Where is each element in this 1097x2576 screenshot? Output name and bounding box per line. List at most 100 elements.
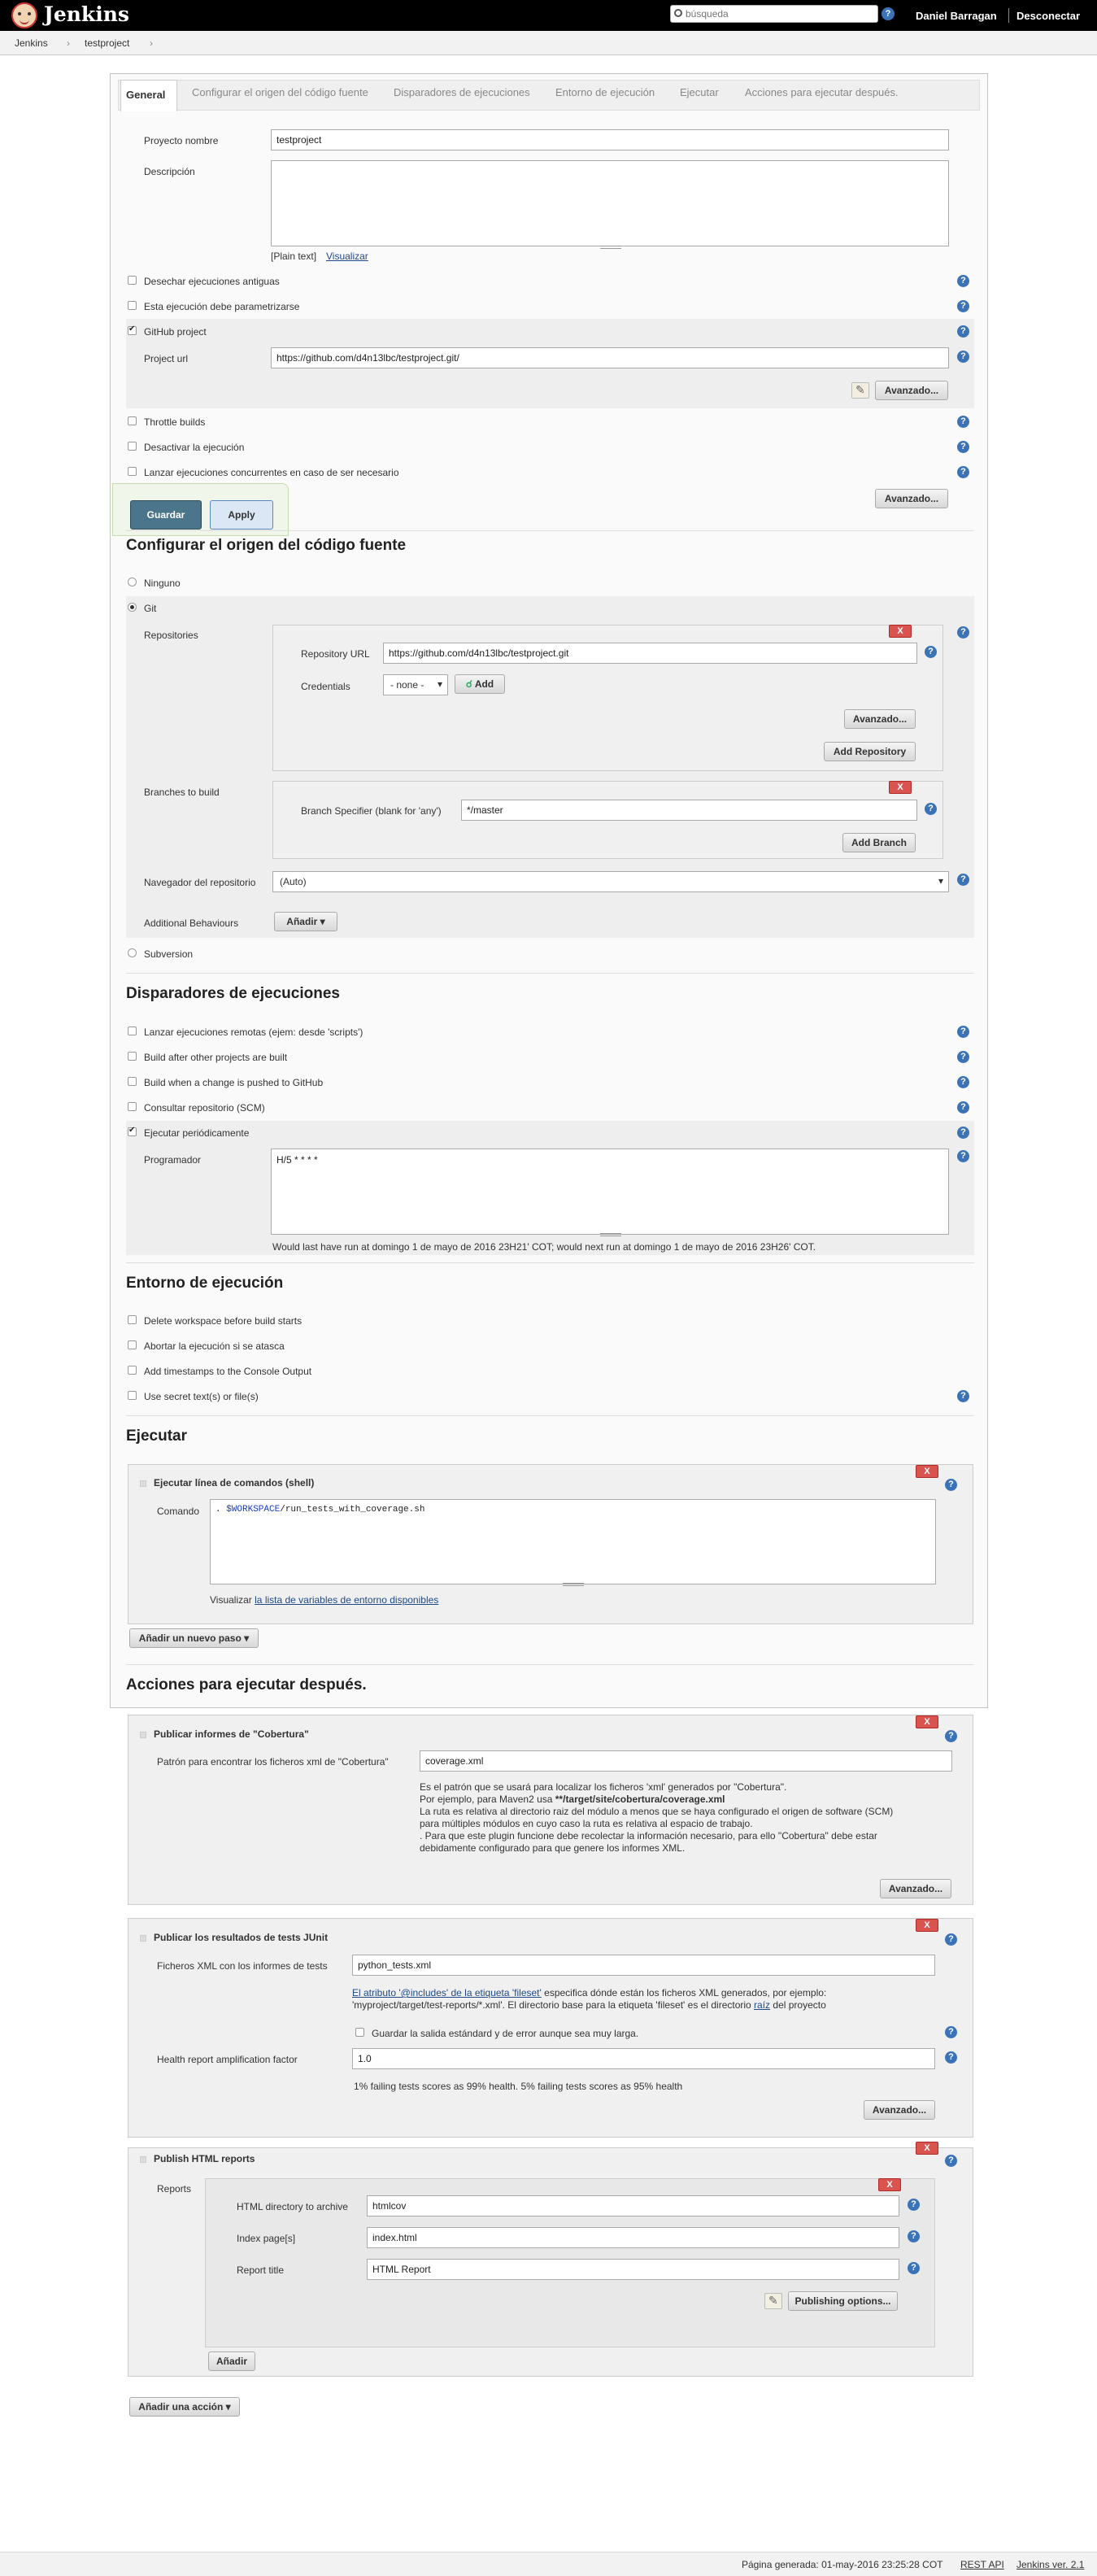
project-url-input[interactable]: https://github.com/d4n13lbc/testproject.…: [271, 347, 949, 368]
rest-api-link[interactable]: REST API: [960, 2559, 1004, 2570]
search-box[interactable]: [670, 5, 878, 23]
help-icon[interactable]: ?: [945, 2155, 957, 2167]
jenkins-logo-icon[interactable]: [11, 2, 37, 28]
repo-url-input[interactable]: https://github.com/d4n13lbc/testproject.…: [383, 643, 917, 664]
keep-output-checkbox[interactable]: [355, 2028, 364, 2037]
repo-advanced-button[interactable]: Avanzado...: [844, 709, 916, 729]
drag-handle[interactable]: [140, 1935, 146, 1942]
junit-xml-input[interactable]: python_tests.xml: [352, 1955, 935, 1976]
report-title-input[interactable]: HTML Report: [367, 2259, 899, 2280]
help-icon[interactable]: ?: [908, 2199, 920, 2211]
trigger-remote-checkbox[interactable]: [128, 1026, 137, 1035]
delete-repository-button[interactable]: X: [889, 625, 912, 638]
user-link[interactable]: Daniel Barragan: [916, 10, 997, 22]
preview-link[interactable]: Visualizar: [326, 251, 368, 262]
delete-workspace-checkbox[interactable]: [128, 1315, 137, 1324]
app-name[interactable]: Jenkins: [44, 2, 129, 26]
help-icon[interactable]: ?: [945, 1933, 957, 1946]
project-name-input[interactable]: testproject: [271, 129, 949, 150]
root-link[interactable]: raíz: [754, 1999, 770, 2011]
delete-cobertura-button[interactable]: X: [916, 1715, 938, 1728]
throttle-builds-checkbox[interactable]: [128, 416, 137, 425]
delete-branch-button[interactable]: X: [889, 781, 912, 794]
scm-git-radio[interactable]: [128, 603, 137, 612]
search-input[interactable]: [686, 7, 873, 20]
help-icon[interactable]: ?: [957, 416, 969, 428]
abort-stuck-checkbox[interactable]: [128, 1340, 137, 1349]
add-timestamps-checkbox[interactable]: [128, 1366, 137, 1375]
github-project-checkbox[interactable]: [128, 325, 137, 335]
add-repository-button[interactable]: Add Repository: [824, 742, 916, 761]
help-icon[interactable]: ?: [925, 803, 937, 815]
concurrent-builds-checkbox[interactable]: [128, 467, 137, 476]
help-icon[interactable]: ?: [957, 626, 969, 639]
help-icon[interactable]: ?: [957, 1390, 969, 1402]
resize-handle[interactable]: [563, 1583, 584, 1586]
help-icon[interactable]: ?: [945, 1479, 957, 1491]
drag-handle[interactable]: [140, 1732, 146, 1738]
credentials-select[interactable]: - none -: [383, 674, 448, 695]
cobertura-advanced-button[interactable]: Avanzado...: [880, 1879, 951, 1898]
scm-none-radio[interactable]: [128, 578, 137, 586]
logout-link[interactable]: Desconectar: [1016, 10, 1080, 22]
add-report-button[interactable]: Añadir: [208, 2352, 255, 2371]
description-textarea[interactable]: [271, 160, 949, 246]
jenkins-version-link[interactable]: Jenkins ver. 2.1: [1016, 2559, 1084, 2570]
help-icon[interactable]: ?: [925, 646, 937, 658]
delete-build-step-button[interactable]: X: [916, 1465, 938, 1478]
apply-button[interactable]: Apply: [210, 500, 273, 530]
env-vars-link[interactable]: la lista de variables de entorno disponi…: [255, 1594, 438, 1606]
index-page-input[interactable]: index.html: [367, 2227, 899, 2248]
fileset-link[interactable]: El atributo '@includes' de la etiqueta '…: [352, 1987, 542, 1998]
help-icon[interactable]: ?: [957, 275, 969, 287]
junit-advanced-button[interactable]: Avanzado...: [864, 2100, 935, 2120]
drag-handle[interactable]: [140, 1480, 146, 1487]
discard-old-builds-checkbox[interactable]: [128, 276, 137, 285]
trigger-periodic-checkbox[interactable]: [128, 1126, 137, 1136]
repo-browser-select[interactable]: (Auto): [272, 871, 949, 892]
tab-triggers[interactable]: Disparadores de ejecuciones: [394, 86, 530, 98]
branch-spec-input[interactable]: */master: [461, 800, 917, 821]
help-icon[interactable]: ?: [957, 466, 969, 478]
help-icon[interactable]: ?: [957, 1150, 969, 1162]
tab-general[interactable]: General: [120, 80, 177, 111]
help-icon[interactable]: ?: [957, 441, 969, 453]
help-icon[interactable]: ?: [957, 1101, 969, 1114]
help-icon[interactable]: ?: [957, 874, 969, 886]
help-icon[interactable]: ?: [908, 2230, 920, 2243]
add-branch-button[interactable]: Add Branch: [842, 833, 916, 852]
help-icon[interactable]: ?: [957, 1076, 969, 1088]
edit-icon[interactable]: [851, 382, 869, 399]
tab-post-build[interactable]: Acciones para ejecutar después.: [745, 86, 899, 98]
add-behaviour-button[interactable]: Añadir ▾: [274, 912, 337, 931]
help-icon[interactable]: ?: [945, 1730, 957, 1742]
add-build-step-button[interactable]: Añadir un nuevo paso ▾: [129, 1628, 259, 1648]
delete-html-reports-button[interactable]: X: [916, 2142, 938, 2155]
resize-handle[interactable]: [600, 246, 621, 249]
edit-icon[interactable]: [764, 2293, 782, 2309]
help-icon[interactable]: ?: [957, 1026, 969, 1038]
resize-handle[interactable]: [600, 1233, 621, 1236]
delete-junit-button[interactable]: X: [916, 1919, 938, 1932]
html-dir-input[interactable]: htmlcov: [367, 2195, 899, 2216]
help-icon[interactable]: ?: [908, 2262, 920, 2274]
publishing-options-button[interactable]: Publishing options...: [788, 2291, 898, 2311]
help-icon[interactable]: ?: [957, 1127, 969, 1139]
disable-build-checkbox[interactable]: [128, 442, 137, 451]
tab-environment[interactable]: Entorno de ejecución: [555, 86, 655, 98]
advanced-button[interactable]: Avanzado...: [875, 489, 948, 508]
schedule-textarea[interactable]: H/5 * * * *: [271, 1149, 949, 1235]
cobertura-pattern-input[interactable]: coverage.xml: [420, 1750, 952, 1772]
trigger-poll-scm-checkbox[interactable]: [128, 1102, 137, 1111]
help-icon[interactable]: ?: [957, 1051, 969, 1063]
help-icon[interactable]: ?: [957, 300, 969, 312]
trigger-after-projects-checkbox[interactable]: [128, 1052, 137, 1061]
health-factor-input[interactable]: 1.0: [352, 2048, 935, 2069]
help-icon[interactable]: ?: [945, 2051, 957, 2064]
save-button[interactable]: Guardar: [130, 500, 202, 530]
breadcrumb-testproject[interactable]: testproject: [85, 37, 129, 49]
help-icon[interactable]: ?: [957, 325, 969, 338]
trigger-github-push-checkbox[interactable]: [128, 1077, 137, 1086]
delete-report-button[interactable]: X: [878, 2178, 901, 2191]
scm-subversion-radio[interactable]: [128, 948, 137, 957]
